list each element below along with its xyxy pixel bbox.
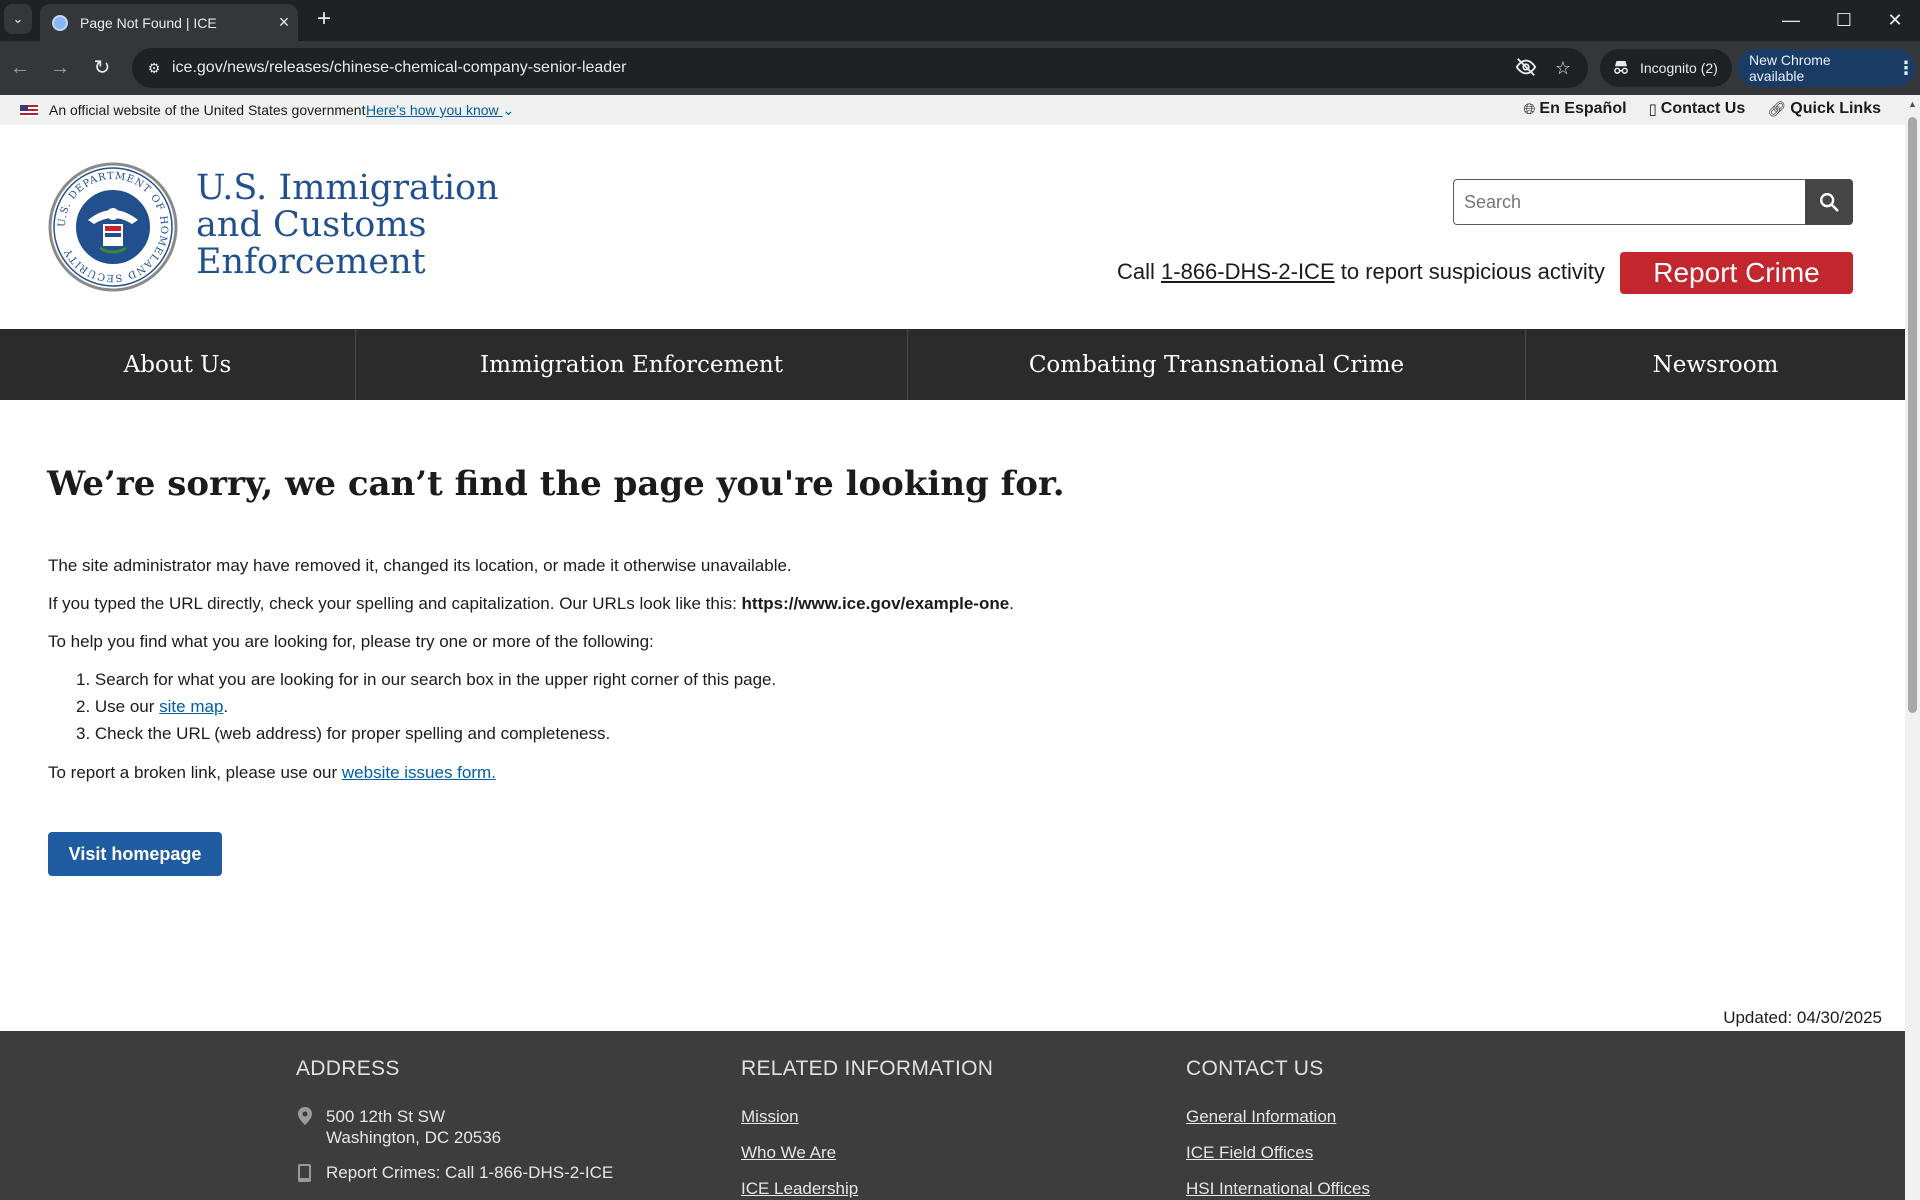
espanol-link[interactable]: 🌐︎ En Español <box>1523 100 1626 118</box>
browser-toolbar: ← → ↻ ⚙ ice.gov/news/releases/chinese-ch… <box>0 41 1920 95</box>
footer-link-general-information[interactable]: General Information <box>1186 1107 1336 1127</box>
nav-combating-transnational-crime[interactable]: Combating Transnational Crime <box>908 329 1526 400</box>
scroll-up-arrow-icon[interactable]: ▲ <box>1905 99 1920 113</box>
main-navigation: About Us Immigration Enforcement Combati… <box>0 329 1905 400</box>
paragraph-broken-link: To report a broken link, please use our … <box>48 763 496 782</box>
chrome-update-button[interactable]: New Chrome available ⋮ <box>1737 49 1915 87</box>
footer-link-mission[interactable]: Mission <box>741 1107 799 1127</box>
footer-address-heading: ADDRESS <box>296 1057 400 1080</box>
ice-favicon-icon <box>52 14 68 31</box>
hotline-phone-link[interactable]: 1-866-DHS-2-ICE <box>1161 259 1335 284</box>
contact-us-link[interactable]: ▯ Contact Us <box>1649 100 1746 118</box>
plus-icon[interactable]: + <box>310 6 338 34</box>
chevron-down-icon[interactable]: ⌄ <box>4 4 32 34</box>
update-label: New Chrome available <box>1749 52 1831 84</box>
footer-address-line1: 500 12th St SW <box>326 1107 446 1126</box>
paragraph-url-help: If you typed the URL directly, check you… <box>48 594 1014 613</box>
url-text[interactable]: ice.gov/news/releases/chinese-chemical-c… <box>172 59 626 77</box>
browser-tab-bar: ⌄ Page Not Found | ICE × + — ☐ ✕ <box>0 0 1920 41</box>
site-footer: ADDRESS 500 12th St SW Washington, DC 20… <box>0 1031 1905 1200</box>
paragraph-try: To help you find what you are looking fo… <box>48 632 654 651</box>
minimize-icon[interactable]: — <box>1771 6 1811 34</box>
maximize-icon[interactable]: ☐ <box>1824 6 1864 34</box>
list-item-sitemap: 2. Use our site map. <box>76 697 229 716</box>
list-item-check-url: 3. Check the URL (web address) for prope… <box>76 724 611 743</box>
link-icon: 🔗︎ <box>1767 101 1787 118</box>
close-window-icon[interactable]: ✕ <box>1875 6 1915 34</box>
eye-off-icon[interactable] <box>1514 56 1538 80</box>
agency-name[interactable]: U.S. Immigration and Customs Enforcement <box>196 170 499 281</box>
search-input[interactable] <box>1453 179 1805 225</box>
quick-links-link[interactable]: 🔗︎ Quick Links <box>1767 100 1881 118</box>
nav-newsroom[interactable]: Newsroom <box>1526 329 1905 400</box>
visit-homepage-button[interactable]: Visit homepage <box>48 832 222 876</box>
reload-icon[interactable]: ↻ <box>87 53 117 83</box>
phone-icon: ▯ <box>1648 101 1657 118</box>
page-title: We’re sorry, we can’t find the page you'… <box>47 464 1065 504</box>
arrow-left-icon[interactable]: ← <box>5 53 35 83</box>
example-url: https://www.ice.gov/example-one <box>741 594 1010 613</box>
agency-name-line3: Enforcement <box>196 242 426 282</box>
incognito-indicator[interactable]: Incognito (2) <box>1600 49 1732 87</box>
footer-link-field-offices[interactable]: ICE Field Offices <box>1186 1143 1313 1163</box>
globe-icon: 🌐︎ <box>1523 100 1536 118</box>
updated-date: Updated: 04/30/2025 <box>1723 1008 1882 1027</box>
report-crime-button[interactable]: Report Crime <box>1620 252 1853 294</box>
kebab-menu-icon[interactable]: ⋮ <box>1897 58 1915 79</box>
gov-banner: An official website of the United States… <box>0 95 1905 125</box>
chevron-down-icon: ⌄ <box>502 102 515 118</box>
footer-address-line2: Washington, DC 20536 <box>326 1128 502 1147</box>
site-map-link[interactable]: site map <box>159 697 223 716</box>
map-marker-icon <box>298 1107 312 1130</box>
footer-related-heading: RELATED INFORMATION <box>741 1057 994 1080</box>
incognito-icon <box>1612 59 1630 78</box>
footer-link-ice-leadership[interactable]: ICE Leadership <box>741 1179 858 1199</box>
website-issues-form-link[interactable]: website issues form. <box>342 763 496 782</box>
scrollbar-thumb[interactable] <box>1908 117 1917 713</box>
heres-how-you-know-link[interactable]: Here's how you know ⌄ <box>366 102 514 119</box>
search-button[interactable] <box>1805 179 1853 225</box>
browser-tab[interactable]: Page Not Found | ICE × <box>40 4 298 41</box>
phone-icon <box>298 1164 311 1187</box>
utility-links: 🌐︎ En Español ▯ Contact Us 🔗︎ Quick Links <box>1523 100 1881 118</box>
agency-name-line1: U.S. Immigration <box>196 168 499 208</box>
nav-about-us[interactable]: About Us <box>0 329 356 400</box>
dhs-seal[interactable]: U.S. DEPARTMENT OF HOMELAND SECURITY <box>48 162 178 292</box>
incognito-label: Incognito (2) <box>1640 60 1718 76</box>
footer-contact-heading: CONTACT US <box>1186 1057 1324 1080</box>
search-icon <box>1820 193 1839 212</box>
paragraph-removed: The site administrator may have removed … <box>48 556 792 575</box>
gov-banner-text: An official website of the United States… <box>49 102 366 118</box>
tune-icon[interactable]: ⚙ <box>140 54 168 82</box>
footer-link-hsi-international[interactable]: HSI International Offices <box>1186 1179 1370 1199</box>
agency-name-line2: and Customs <box>196 205 427 245</box>
tab-title: Page Not Found | ICE <box>80 14 217 31</box>
address-bar[interactable]: ⚙ ice.gov/news/releases/chinese-chemical… <box>132 48 1588 88</box>
nav-immigration-enforcement[interactable]: Immigration Enforcement <box>356 329 908 400</box>
star-icon[interactable]: ☆ <box>1551 56 1575 80</box>
arrow-right-icon[interactable]: → <box>45 53 75 83</box>
footer-report-crimes: Report Crimes: Call 1-866-DHS-2-ICE <box>326 1163 614 1182</box>
list-item-search: 1. Search for what you are looking for i… <box>76 670 777 689</box>
us-flag-icon <box>20 105 38 117</box>
footer-link-who-we-are[interactable]: Who We Are <box>741 1143 836 1163</box>
close-icon[interactable]: × <box>270 12 298 33</box>
report-phone-line: Call 1-866-DHS-2-ICE to report suspiciou… <box>1117 259 1605 284</box>
